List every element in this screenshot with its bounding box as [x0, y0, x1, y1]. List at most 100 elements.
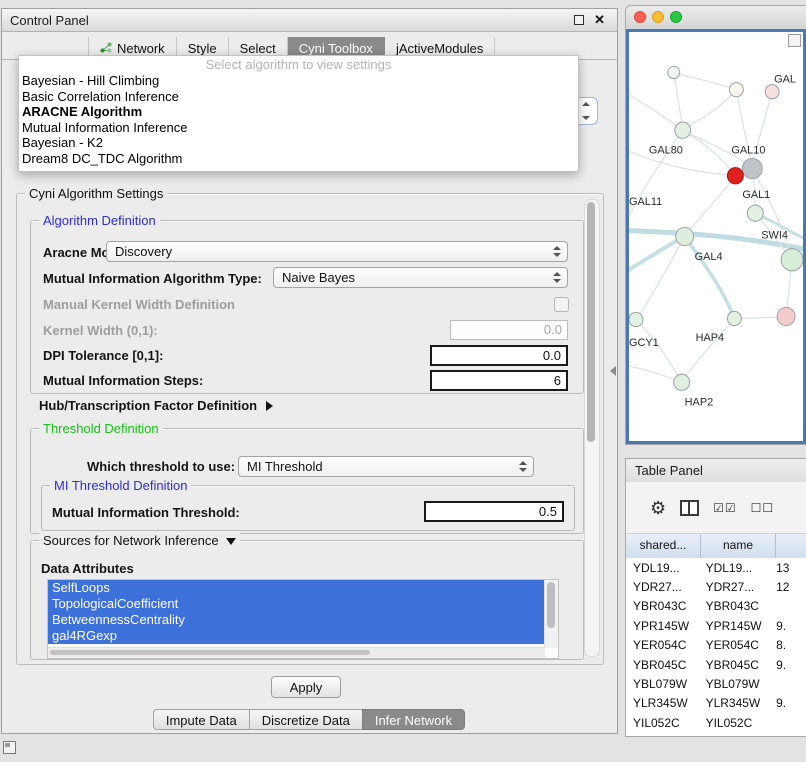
- table-row[interactable]: YBL079WYBL079W: [626, 674, 806, 693]
- network-canvas[interactable]: GAL80GAL10GAL11GAL1SWI4GAL4GCY1HAP4HAP2G…: [626, 29, 806, 444]
- manual-kernel-checkbox[interactable]: [554, 297, 569, 312]
- close-traffic-light-icon[interactable]: [634, 11, 646, 23]
- which-threshold-value: MI Threshold: [247, 459, 323, 474]
- network-node[interactable]: [781, 249, 803, 271]
- control-panel-titlebar[interactable]: Control Panel ✕: [2, 9, 617, 32]
- columns-icon[interactable]: [680, 500, 699, 516]
- network-edge[interactable]: [685, 176, 736, 237]
- sources-group-title-text: Sources for Network Inference: [43, 533, 219, 548]
- mi-threshold-field[interactable]: 0.5: [424, 501, 564, 522]
- network-node[interactable]: [747, 205, 763, 221]
- table-cell: YER054C: [626, 638, 699, 652]
- settings-scrollbar-thumb[interactable]: [587, 202, 595, 442]
- attribute-item-topologicalcoefficient[interactable]: TopologicalCoefficient: [48, 596, 545, 612]
- settings-scrollbar[interactable]: [584, 199, 600, 657]
- mi-algorithm-type-select[interactable]: Naive Bayes: [273, 267, 568, 288]
- deselect-all-checkboxes-icon[interactable]: ☐☐: [751, 502, 775, 514]
- zoom-traffic-light-icon[interactable]: [670, 11, 682, 23]
- birdseye-toggle-icon[interactable]: [788, 34, 801, 47]
- algorithm-option-bayesian-k2[interactable]: Bayesian - K2: [19, 135, 578, 151]
- attributes-horizontal-scrollbar[interactable]: [48, 647, 545, 658]
- column-header-shared[interactable]: shared...: [626, 534, 701, 558]
- network-icon: [100, 41, 112, 56]
- node-label-hap2: HAP2: [685, 396, 714, 408]
- table-cell: YPR145W: [626, 619, 699, 633]
- tab-infer-network[interactable]: Infer Network: [362, 709, 465, 730]
- table-row[interactable]: YIL052CYIL052C: [626, 713, 806, 732]
- tab-impute-data[interactable]: Impute Data: [153, 709, 250, 730]
- network-node[interactable]: [765, 85, 779, 99]
- network-node[interactable]: [727, 168, 743, 184]
- attributes-vertical-scrollbar[interactable]: [544, 580, 558, 648]
- mi-steps-field[interactable]: 6: [430, 370, 568, 391]
- network-edge[interactable]: [683, 130, 736, 176]
- network-node[interactable]: [675, 122, 691, 138]
- network-edge[interactable]: [636, 320, 682, 383]
- attribute-item-betweennesscentrality[interactable]: BetweennessCentrality: [48, 612, 545, 628]
- algorithm-option-mutual-information-inference[interactable]: Mutual Information Inference: [19, 120, 578, 136]
- select-all-checkboxes-icon[interactable]: ☑☑: [713, 502, 737, 514]
- network-edge[interactable]: [736, 90, 752, 169]
- hub-section-toggle[interactable]: Hub/Transcription Factor Definition: [39, 398, 273, 413]
- node-label-gal10: GAL10: [731, 144, 765, 156]
- dpi-tolerance-field[interactable]: 0.0: [430, 345, 568, 366]
- gear-icon[interactable]: ⚙: [650, 499, 666, 517]
- network-window-titlebar[interactable]: [626, 6, 806, 30]
- network-node[interactable]: [629, 312, 643, 326]
- table-row[interactable]: YER054CYER054C8.: [626, 636, 806, 655]
- float-window-icon[interactable]: [574, 15, 584, 25]
- which-threshold-select[interactable]: MI Threshold: [238, 456, 534, 477]
- network-node[interactable]: [674, 374, 690, 390]
- network-edge[interactable]: [674, 72, 683, 130]
- network-node[interactable]: [676, 227, 694, 245]
- apply-button[interactable]: Apply: [271, 676, 341, 698]
- network-node[interactable]: [668, 66, 680, 78]
- column-header-extra[interactable]: [776, 534, 806, 558]
- table-cell: 9.: [771, 619, 806, 633]
- network-graph[interactable]: GAL80GAL10GAL11GAL1SWI4GAL4GCY1HAP4HAP2G…: [629, 32, 803, 441]
- table-panel-titlebar[interactable]: Table Panel: [626, 459, 806, 483]
- attribute-item-gal4rgexp[interactable]: gal4RGexp: [48, 628, 545, 644]
- network-node[interactable]: [727, 311, 741, 325]
- kernel-width-label: Kernel Width (0,1):: [43, 323, 158, 338]
- hub-section-label: Hub/Transcription Factor Definition: [39, 398, 257, 413]
- table-row[interactable]: YDL19...YDL19...13: [626, 558, 806, 577]
- table-cell: YBR045C: [699, 658, 772, 672]
- node-label-gal: GAL: [774, 74, 796, 86]
- network-edge[interactable]: [629, 95, 683, 130]
- network-edge[interactable]: [752, 92, 772, 169]
- algorithm-option-dream8-dc-tdc-algorithm[interactable]: Dream8 DC_TDC Algorithm: [19, 151, 578, 167]
- close-icon[interactable]: ✕: [594, 12, 605, 28]
- threshold-definition-title: Threshold Definition: [39, 421, 163, 436]
- cyni-algorithm-settings-group: Cyni Algorithm Settings Algorithm Defini…: [16, 193, 604, 665]
- algorithm-option-bayesian-hill-climbing[interactable]: Bayesian - Hill Climbing: [19, 73, 578, 89]
- table-cell: 8.: [771, 638, 806, 652]
- sources-group-title[interactable]: Sources for Network Inference: [39, 533, 240, 548]
- table-cell: YDL19...: [699, 561, 772, 575]
- table-cell: YIL052C: [699, 716, 772, 730]
- table-row[interactable]: YBR045CYBR045C9.: [626, 655, 806, 674]
- tab-discretize-data[interactable]: Discretize Data: [249, 709, 363, 730]
- node-label-gal1: GAL1: [742, 189, 770, 201]
- table-row[interactable]: YLR345WYLR345W9.: [626, 694, 806, 713]
- minimize-traffic-light-icon[interactable]: [652, 11, 664, 23]
- network-node[interactable]: [729, 83, 743, 97]
- table-row[interactable]: YDR27...YDR27...12: [626, 577, 806, 596]
- column-header-name[interactable]: name: [701, 534, 776, 558]
- network-edge[interactable]: [682, 319, 735, 383]
- tab-label: Cyni Toolbox: [299, 41, 373, 56]
- table-row[interactable]: YBR043CYBR043C: [626, 597, 806, 616]
- network-edge[interactable]: [683, 90, 737, 130]
- network-node[interactable]: [777, 307, 795, 325]
- network-edge[interactable]: [685, 237, 735, 319]
- minimized-panel-icon[interactable]: [3, 741, 16, 754]
- table-row[interactable]: YPR145WYPR145W9.: [626, 616, 806, 635]
- algorithm-option-aracne-algorithm[interactable]: ARACNE Algorithm: [19, 104, 578, 120]
- algorithm-option-basic-correlation-inference[interactable]: Basic Correlation Inference: [19, 89, 578, 105]
- aracne-mode-select[interactable]: Discovery: [106, 241, 568, 262]
- network-node[interactable]: [742, 159, 762, 179]
- kernel-width-field[interactable]: 0.0: [450, 320, 568, 340]
- panel-collapse-arrow-icon[interactable]: [610, 366, 616, 376]
- network-edge[interactable]: [674, 72, 737, 89]
- attribute-item-selfloops[interactable]: SelfLoops: [48, 580, 545, 596]
